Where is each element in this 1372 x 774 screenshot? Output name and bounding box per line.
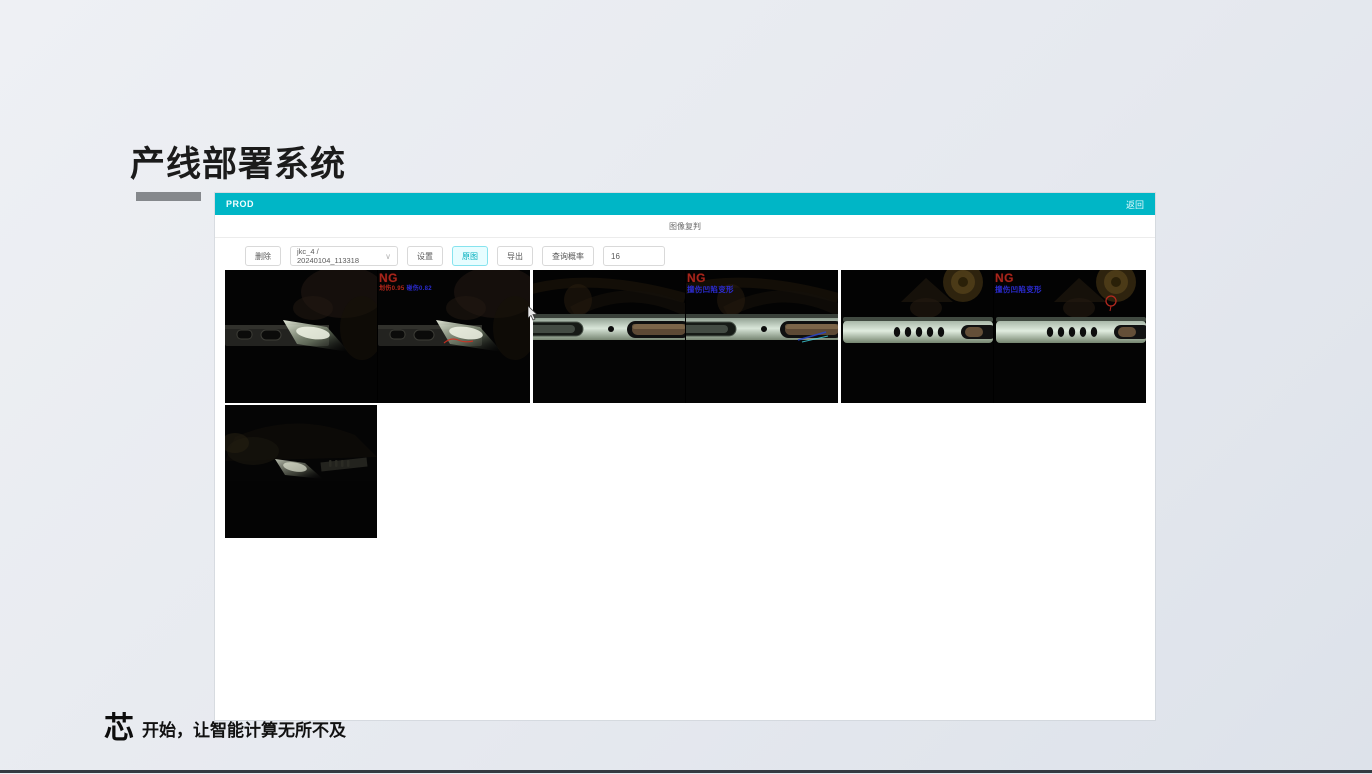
brand-logo: 芯 <box>104 714 134 744</box>
title-accent-bar <box>136 192 201 201</box>
inspection-card-1[interactable]: NG 划伤0.95 碰伤0.82 <box>225 270 530 403</box>
inspection-card-2[interactable]: NG 撞伤凹陷变形 <box>533 270 838 403</box>
phone-bottom-edge-photo <box>533 270 685 403</box>
inspection-photo <box>841 270 993 403</box>
phone-bottom-edge-photo <box>994 270 1146 403</box>
subheader-title: 图像复判 <box>669 221 701 232</box>
settings-button[interactable]: 设置 <box>407 246 443 266</box>
inspection-photo <box>225 270 377 403</box>
footer: 芯 开始，让智能计算无所不及 <box>104 714 346 744</box>
app-brand: PROD <box>226 199 254 209</box>
inspection-photo-annotated <box>994 270 1146 403</box>
inspection-photo-annotated <box>686 270 838 403</box>
slide: 产线部署系统 PROD 返回 图像复判 删除 jkc_4 / 20240104_… <box>0 0 1372 774</box>
inspection-card-3[interactable]: NG 撞伤凹陷变形 <box>841 270 1146 403</box>
inspection-photo <box>225 405 377 538</box>
phone-side-edge-photo <box>225 270 377 403</box>
footer-slogan: 开始，让智能计算无所不及 <box>142 716 346 744</box>
slide-bottom-divider <box>0 770 1372 773</box>
page-title: 产线部署系统 <box>130 136 346 187</box>
chevron-down-icon: ∨ <box>385 252 391 261</box>
back-button[interactable]: 返回 <box>1126 198 1144 211</box>
delete-button[interactable]: 删除 <box>245 246 281 266</box>
page-size-input[interactable] <box>603 246 665 266</box>
export-button[interactable]: 导出 <box>497 246 533 266</box>
phone-bottom-edge-photo <box>841 270 993 403</box>
dataset-select[interactable]: jkc_4 / 20240104_113318 ∨ <box>290 246 398 266</box>
phone-side-edge-photo <box>378 270 530 403</box>
app-screenshot: PROD 返回 图像复判 删除 jkc_4 / 20240104_113318 … <box>215 193 1155 720</box>
phone-bottom-edge-photo <box>686 270 838 403</box>
inspection-photo <box>533 270 685 403</box>
original-image-toggle-button[interactable]: 原图 <box>452 246 488 266</box>
inspection-photo-annotated <box>378 270 530 403</box>
app-header: PROD 返回 <box>215 193 1155 215</box>
toolbar: 删除 jkc_4 / 20240104_113318 ∨ 设置 原图 导出 查询… <box>245 246 665 266</box>
phone-corner-edge-photo <box>225 405 377 538</box>
subheader: 图像复判 <box>215 215 1155 238</box>
probability-query-button[interactable]: 查询概率 <box>542 246 594 266</box>
inspection-card-4[interactable] <box>225 405 377 538</box>
dataset-select-value: jkc_4 / 20240104_113318 <box>297 247 381 265</box>
